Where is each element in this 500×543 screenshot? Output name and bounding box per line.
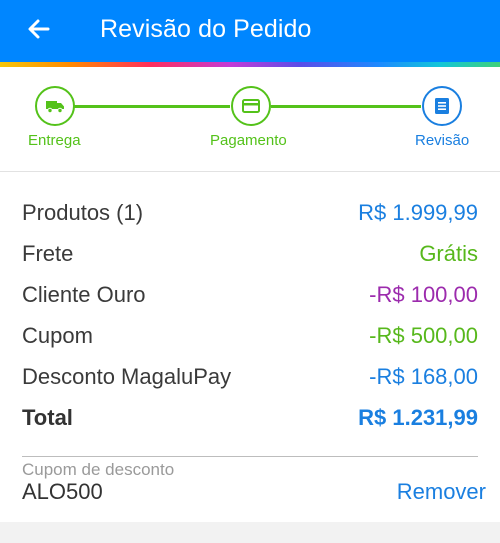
summary-row-frete: Frete Grátis [22,238,478,270]
summary-row-label: Cliente Ouro [22,282,146,307]
step-label-revisao: Revisão [415,132,470,149]
step-connector [74,105,230,108]
summary-row-label: Frete [22,241,74,266]
step-connector [271,105,421,108]
summary-row-cupom: Cupom -R$ 500,00 [22,320,478,352]
checkout-stepper: Entrega Pagamento Revisão [0,67,500,171]
summary-row-value: R$ 1.999,99 [358,200,478,225]
coupon-code: ALO500 [22,479,103,504]
summary-row-value: -R$ 168,00 [369,364,478,389]
summary-row-label: Desconto MagaluPay [22,364,232,389]
step-entrega[interactable] [35,86,75,126]
arrow-left-icon [28,19,50,39]
card-icon [242,99,260,113]
step-label-pagamento: Pagamento [210,132,287,149]
page-title: Revisão do Pedido [100,15,312,43]
summary-row-desconto-magalupay: Desconto MagaluPay -R$ 168,00 [22,361,478,393]
summary-row-label: Produtos (1) [22,200,144,225]
coupon-section: Cupom de desconto ALO500 Remover [22,456,486,508]
order-summary: Produtos (1) R$ 1.999,99 Frete Grátis Cl… [0,171,500,522]
step-revisao[interactable] [422,86,462,126]
truck-icon [46,101,64,114]
list-icon [435,98,449,114]
summary-row-cliente-ouro: Cliente Ouro -R$ 100,00 [22,279,478,311]
step-label-entrega: Entrega [28,132,81,149]
back-button[interactable] [24,14,54,44]
summary-row-produtos: Produtos (1) R$ 1.999,99 [22,197,478,229]
summary-row-label: Cupom [22,323,93,348]
summary-row-value: -R$ 500,00 [369,323,478,348]
total-value: R$ 1.231,99 [358,405,478,430]
remove-coupon-button[interactable]: Remover [397,479,486,505]
step-pagamento[interactable] [231,86,271,126]
summary-row-total: Total R$ 1.231,99 [22,402,478,434]
total-label: Total [22,405,73,430]
summary-row-value: -R$ 100,00 [369,282,478,307]
app-bar: Revisão do Pedido [0,0,500,62]
coupon-field-label: Cupom de desconto [22,460,175,479]
summary-row-value: Grátis [419,241,478,266]
